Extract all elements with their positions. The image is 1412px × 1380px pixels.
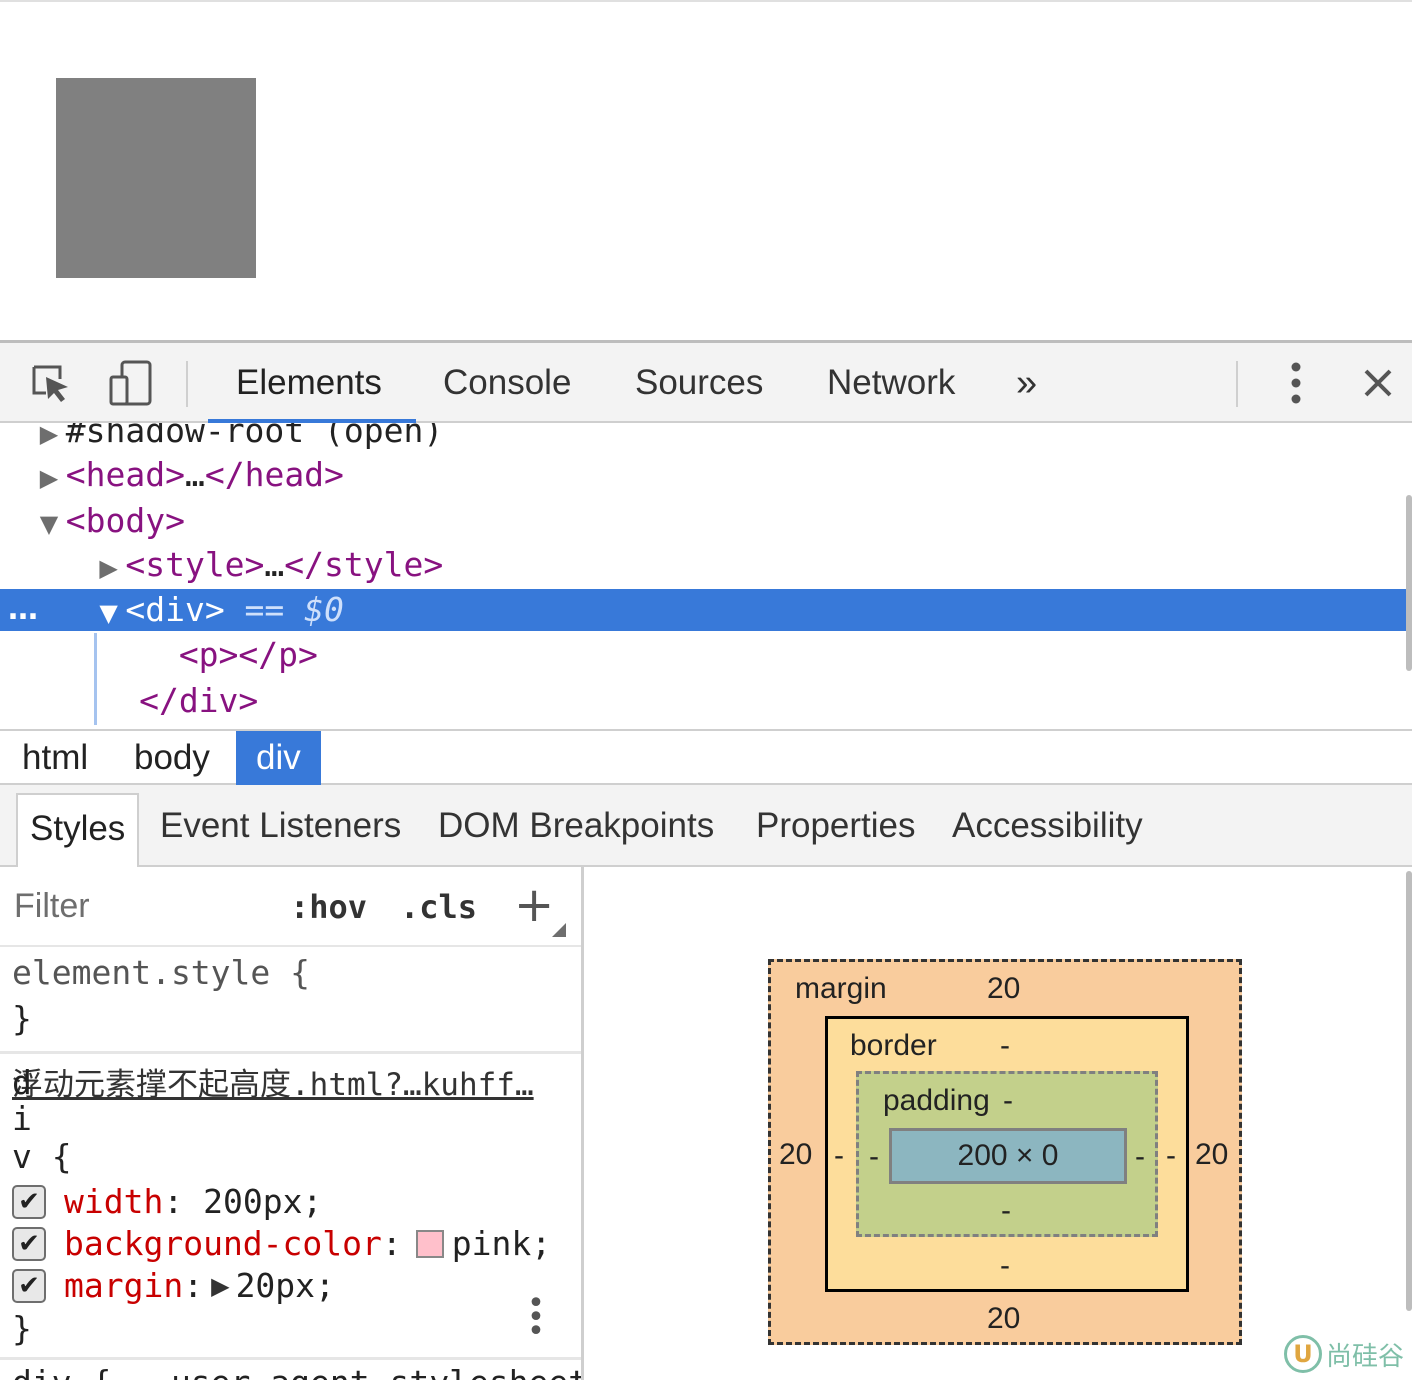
tab-elements[interactable]: Elements — [236, 343, 382, 423]
color-swatch[interactable] — [415, 1230, 444, 1258]
box-model-pane: margin 20 20 20 20 border - - - - paddin… — [587, 867, 1412, 1380]
styles-filter-input[interactable] — [14, 879, 274, 933]
tab-console[interactable]: Console — [443, 343, 571, 423]
margin-label: margin — [795, 972, 887, 1005]
margin-left-value[interactable]: 20 — [779, 1138, 812, 1172]
devtools-panel: Elements Console Sources Network » ▶ #sha… — [0, 340, 1412, 1380]
padding-label: padding — [883, 1084, 990, 1117]
collapse-triangle-icon[interactable]: ▼ — [99, 592, 125, 634]
border-label: border — [850, 1029, 937, 1062]
expand-triangle-icon[interactable]: ▶ — [99, 546, 125, 590]
rule-close-brace: } — [12, 1309, 32, 1348]
class-toggle[interactable]: .cls — [400, 867, 477, 947]
tab-accessibility[interactable]: Accessibility — [952, 785, 1143, 865]
box-model-margin[interactable]: margin 20 20 20 20 border - - - - paddin… — [768, 959, 1242, 1345]
rendered-page — [0, 0, 1412, 340]
style-property-margin: ✔ margin: ▶ 20px; — [12, 1265, 335, 1307]
watermark-u-icon: U — [1283, 1335, 1322, 1373]
padding-left-value[interactable]: - — [869, 1140, 879, 1174]
rule-menu-kebab-icon[interactable]: • • • — [526, 1289, 546, 1347]
padding-bottom-value[interactable]: - — [1001, 1194, 1011, 1228]
expand-shorthand-triangle-icon[interactable]: ▶ — [211, 1265, 229, 1307]
dom-node-div-close[interactable]: </div> — [0, 679, 1412, 723]
expand-triangle-icon[interactable]: ▶ — [40, 456, 66, 500]
dom-node-body[interactable]: ▼ <body> — [0, 499, 1412, 543]
expand-triangle-icon[interactable]: ▶ — [40, 423, 66, 456]
box-model-scrollbar[interactable] — [1406, 871, 1412, 1311]
dom-node-shadow-root[interactable]: ▶ #shadow-root (open) — [0, 423, 1412, 453]
dom-node-p[interactable]: <p></p> — [0, 633, 1412, 677]
kebab-menu-icon[interactable] — [1276, 343, 1316, 423]
dom-node-div-selected[interactable]: … ▼ <div> == $0 — [0, 589, 1412, 631]
new-rule-plus-icon[interactable]: + — [514, 877, 554, 933]
property-checkbox[interactable]: ✔ — [12, 1269, 46, 1303]
breadcrumb: html body div — [0, 729, 1412, 785]
border-left-value[interactable]: - — [834, 1139, 844, 1173]
inspect-cursor-icon[interactable] — [20, 343, 80, 423]
breadcrumb-body[interactable]: body — [114, 731, 230, 785]
breadcrumb-div[interactable]: div — [236, 731, 321, 785]
margin-top-value[interactable]: 20 — [987, 972, 1020, 1006]
margin-bottom-value[interactable]: 20 — [987, 1302, 1020, 1336]
style-property-width: ✔ width: 200px; — [12, 1181, 322, 1223]
dom-tree-scrollbar[interactable] — [1406, 495, 1412, 671]
box-model-padding[interactable]: padding - - - - 200 × 0 — [856, 1071, 1158, 1237]
devtools-toolbar: Elements Console Sources Network » — [0, 343, 1412, 423]
property-checkbox[interactable]: ✔ — [12, 1185, 46, 1219]
tab-event-listeners[interactable]: Event Listeners — [160, 785, 401, 865]
tab-network[interactable]: Network — [827, 343, 955, 423]
sidebar-tabs: Styles Event Listeners DOM Breakpoints P… — [0, 785, 1412, 867]
style-property-background-color: ✔ background-color: pink; — [12, 1223, 551, 1265]
box-model-content-size[interactable]: 200 × 0 — [889, 1128, 1127, 1184]
styles-pane: :hov .cls + element.style { } 浮动元素撑不起高度.… — [0, 867, 584, 1380]
device-toggle-icon[interactable] — [100, 343, 160, 423]
toolbar-separator — [186, 361, 188, 407]
border-right-value[interactable]: - — [1166, 1139, 1176, 1173]
rule-separator — [0, 1051, 581, 1054]
dom-tree: ▶ #shadow-root (open) ▶ <head>…</head> ▼ <b… — [0, 423, 1412, 727]
tab-properties[interactable]: Properties — [756, 785, 916, 865]
tab-sources[interactable]: Sources — [635, 343, 763, 423]
padding-top-value[interactable]: - — [1003, 1084, 1013, 1118]
box-model-border[interactable]: border - - - - padding - - - - 200 × 0 — [825, 1016, 1189, 1292]
border-bottom-value[interactable]: - — [1000, 1249, 1010, 1283]
close-icon[interactable] — [1356, 343, 1400, 423]
collapse-triangle-icon[interactable]: ▼ — [40, 502, 66, 546]
stylesheet-source-link[interactable]: 浮动元素撑不起高度.html?…kuhff… — [12, 1063, 572, 1107]
user-agent-rule-header: div { user agent stylesheet — [12, 1361, 581, 1380]
margin-right-value[interactable]: 20 — [1195, 1138, 1228, 1172]
property-checkbox[interactable]: ✔ — [12, 1227, 46, 1261]
node-actions-ellipsis[interactable]: … — [8, 589, 38, 631]
more-tabs-icon[interactable]: » — [1016, 343, 1037, 423]
padding-right-value[interactable]: - — [1135, 1140, 1145, 1174]
breadcrumb-html[interactable]: html — [2, 731, 108, 785]
element-style-close-brace: } — [12, 999, 32, 1038]
toolbar-separator — [1236, 361, 1238, 407]
dom-node-head[interactable]: ▶ <head>…</head> — [0, 453, 1412, 497]
tree-guide-line — [94, 633, 97, 725]
hover-state-toggle[interactable]: :hov — [290, 867, 367, 947]
tab-dom-breakpoints[interactable]: DOM Breakpoints — [438, 785, 714, 865]
tab-styles[interactable]: Styles — [16, 793, 140, 867]
rendered-div-box — [56, 78, 256, 278]
rule-separator — [0, 1357, 581, 1360]
watermark-logo: U 尚硅谷 — [1283, 1335, 1404, 1373]
border-top-value[interactable]: - — [1000, 1029, 1010, 1063]
element-style-selector[interactable]: element.style { — [12, 951, 310, 995]
new-rule-menu-triangle-icon[interactable] — [552, 923, 566, 937]
styles-filter-bar: :hov .cls + — [0, 867, 581, 947]
selector-char-v: v { — [12, 1137, 72, 1176]
dom-node-style[interactable]: ▶ <style>…</style> — [0, 543, 1412, 587]
